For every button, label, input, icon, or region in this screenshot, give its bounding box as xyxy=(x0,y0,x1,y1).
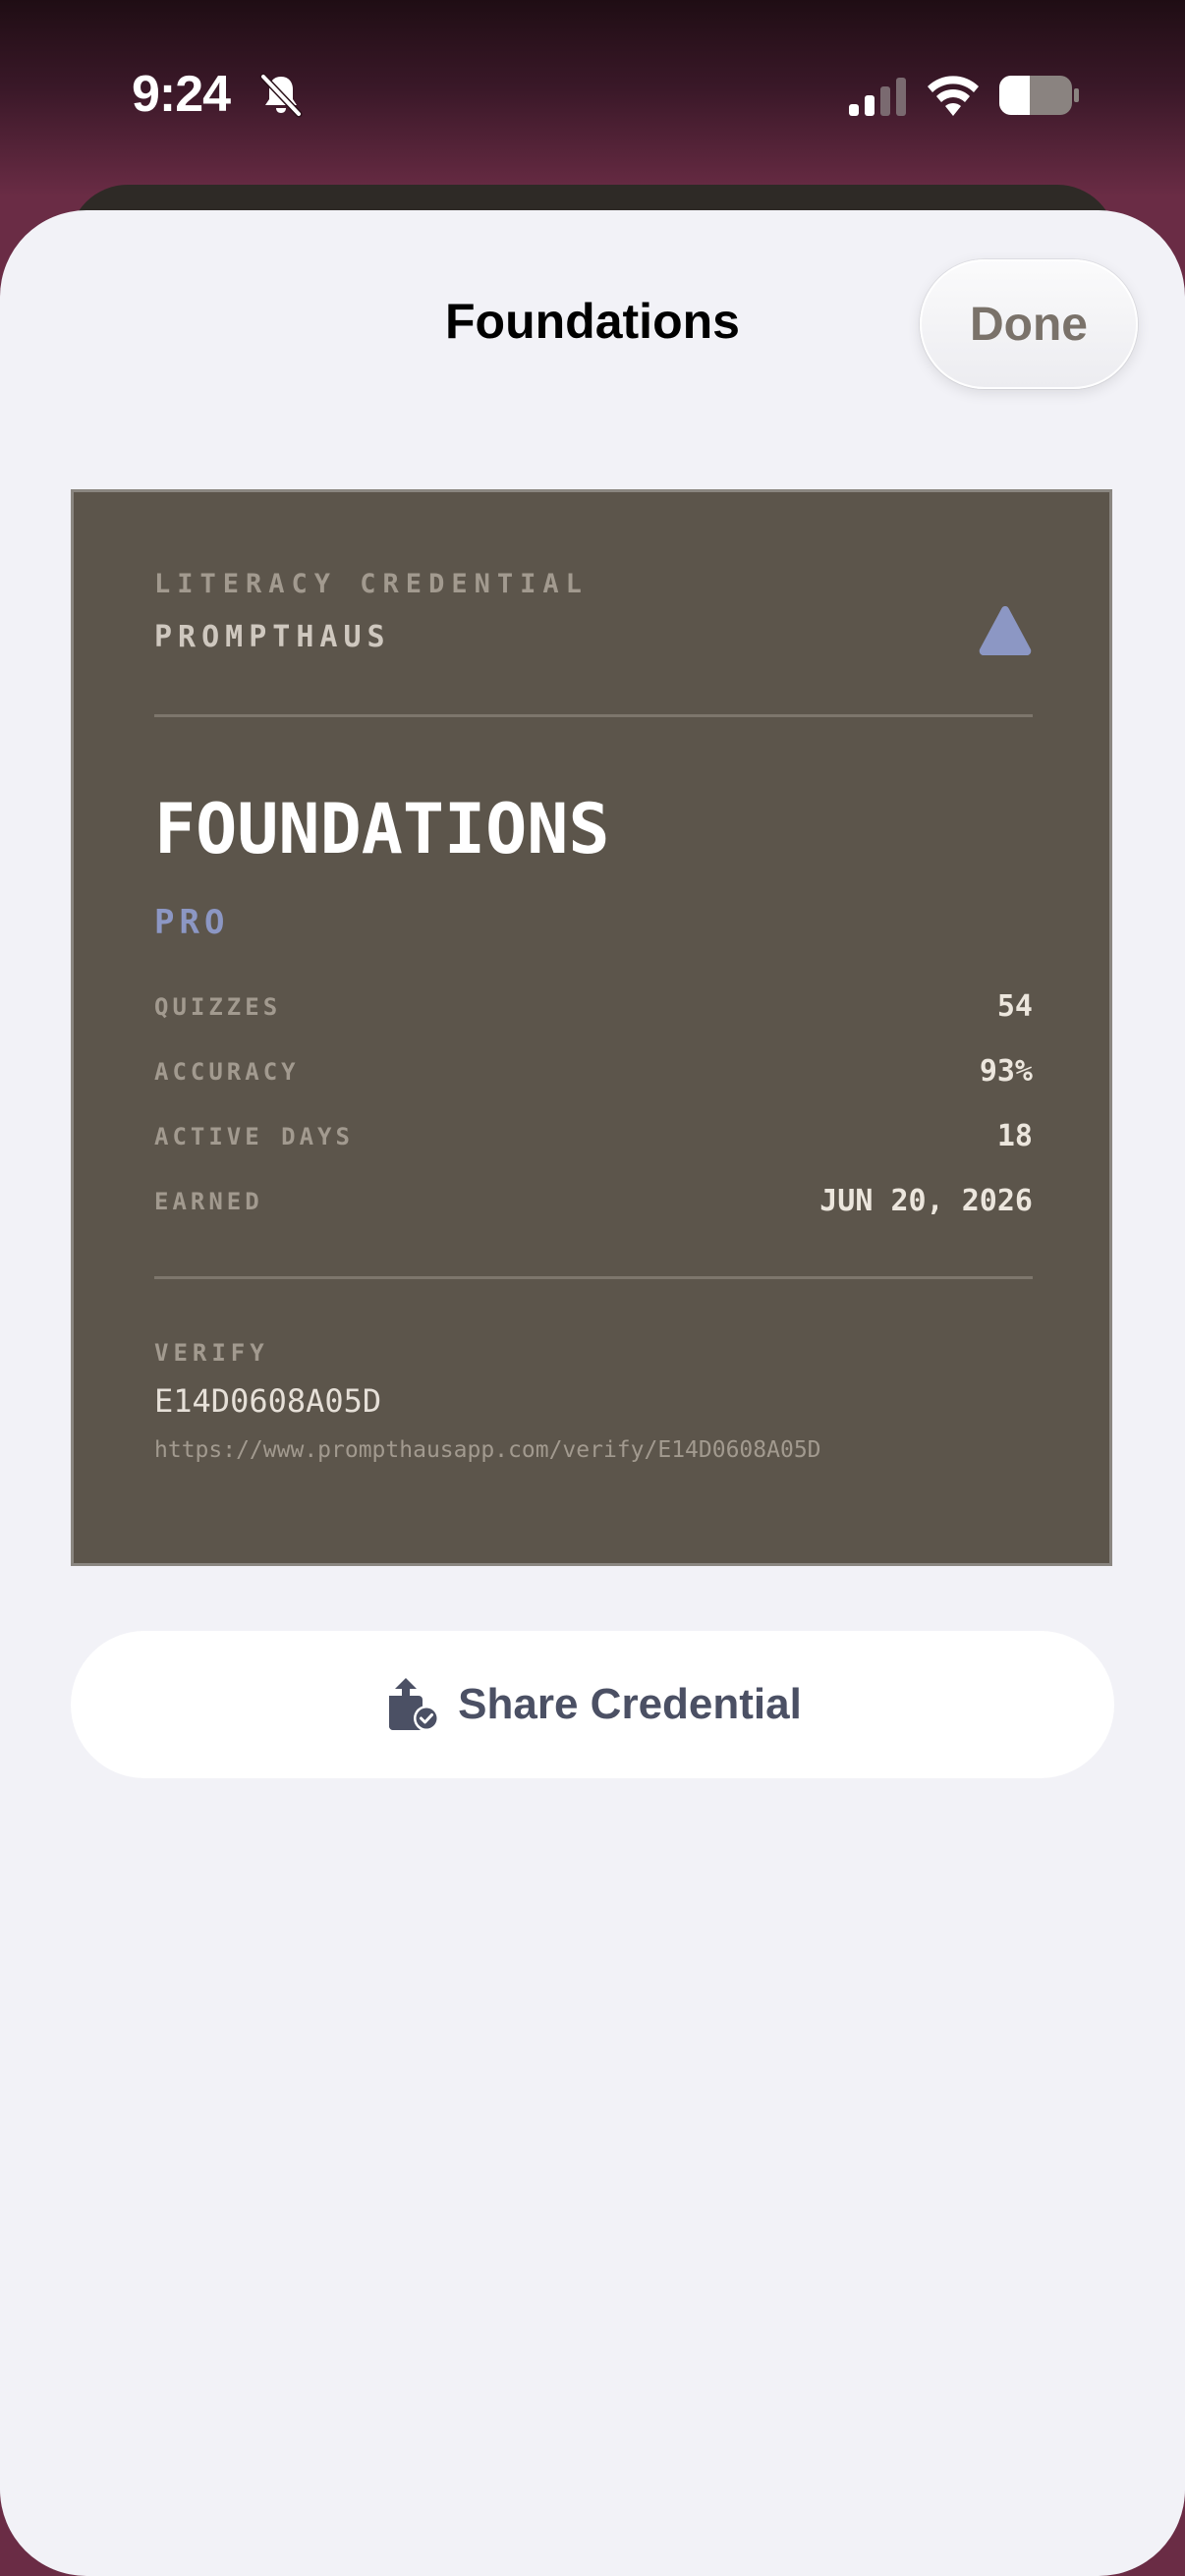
triangle-icon xyxy=(979,606,1032,655)
stat-value: JUN 20, 2026 xyxy=(819,1184,1033,1218)
done-button[interactable]: Done xyxy=(920,259,1138,389)
cellular-signal-icon xyxy=(849,78,906,116)
stat-label: QUIZZES xyxy=(154,993,282,1021)
stat-label: EARNED xyxy=(154,1188,263,1215)
card-tier: PRO xyxy=(154,903,230,942)
battery-icon xyxy=(999,76,1079,115)
stat-row-quizzes: QUIZZES 54 xyxy=(154,987,1033,1027)
stat-row-earned: EARNED JUN 20, 2026 xyxy=(154,1182,1033,1221)
card-kicker: LITERACY CREDENTIAL xyxy=(154,569,589,599)
stat-label: ACCURACY xyxy=(154,1058,300,1086)
stat-value: 18 xyxy=(996,1119,1033,1153)
status-time: 9:24 xyxy=(132,66,231,123)
share-credential-icon xyxy=(389,1678,440,1731)
credential-sheet: Foundations Done LITERACY CREDENTIAL PRO… xyxy=(0,210,1185,2576)
stat-row-accuracy: ACCURACY 93% xyxy=(154,1052,1033,1092)
card-divider xyxy=(154,714,1033,717)
share-credential-label: Share Credential xyxy=(458,1680,802,1728)
bell-slash-icon xyxy=(259,73,303,118)
credential-card: LITERACY CREDENTIAL PROMPTHAUS FOUNDATIO… xyxy=(71,489,1112,1566)
share-credential-button[interactable]: Share Credential xyxy=(71,1631,1114,1778)
status-bar: 9:24 xyxy=(0,0,1185,187)
verify-url[interactable]: https://www.prompthausapp.com/verify/E14… xyxy=(154,1437,821,1463)
stat-row-active-days: ACTIVE DAYS 18 xyxy=(154,1117,1033,1156)
verify-label: VERIFY xyxy=(154,1339,269,1367)
wifi-icon xyxy=(928,76,979,116)
verify-code: E14D0608A05D xyxy=(154,1382,382,1420)
card-divider xyxy=(154,1276,1033,1279)
stat-value: 54 xyxy=(996,989,1033,1024)
card-title: FOUNDATIONS xyxy=(154,789,610,869)
stat-value: 93% xyxy=(979,1054,1033,1089)
stat-label: ACTIVE DAYS xyxy=(154,1123,354,1150)
card-brand: PROMPTHAUS xyxy=(154,620,391,654)
